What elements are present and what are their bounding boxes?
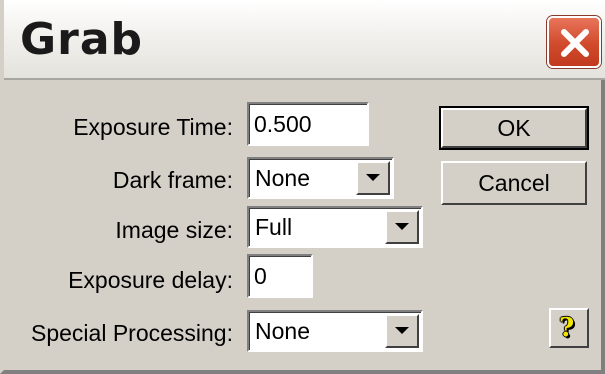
chevron-down-icon[interactable] [356, 161, 390, 195]
dark-frame-value: None [255, 165, 310, 191]
image-size-label: Image size: [115, 217, 233, 243]
exposure-delay-input[interactable]: 0 [247, 254, 313, 298]
exposure-time-label: Exposure Time: [73, 114, 233, 140]
chevron-down-icon[interactable] [385, 314, 419, 348]
close-button[interactable] [547, 16, 601, 68]
special-processing-select[interactable]: None [247, 310, 423, 352]
dark-frame-label: Dark frame: [112, 167, 233, 193]
dark-frame-select[interactable]: None [247, 157, 394, 199]
title-bar[interactable]: Grab [4, 0, 605, 80]
image-size-value: Full [255, 214, 293, 240]
exposure-time-input[interactable]: 0.500 [247, 102, 369, 146]
help-icon: ? [559, 313, 575, 343]
help-button[interactable]: ? [549, 308, 589, 348]
cancel-button[interactable]: Cancel [441, 161, 587, 205]
special-processing-label: Special Processing: [31, 320, 233, 346]
image-size-select[interactable]: Full [247, 206, 423, 248]
ok-button[interactable]: OK [439, 106, 589, 150]
grab-dialog: Grab Exposure Time: 0.500 Dark frame: No… [0, 0, 605, 374]
chevron-down-icon[interactable] [385, 210, 419, 244]
special-processing-value: None [255, 318, 310, 344]
close-icon [561, 29, 589, 57]
exposure-delay-label: Exposure delay: [68, 267, 233, 293]
window-title: Grab [20, 14, 144, 65]
